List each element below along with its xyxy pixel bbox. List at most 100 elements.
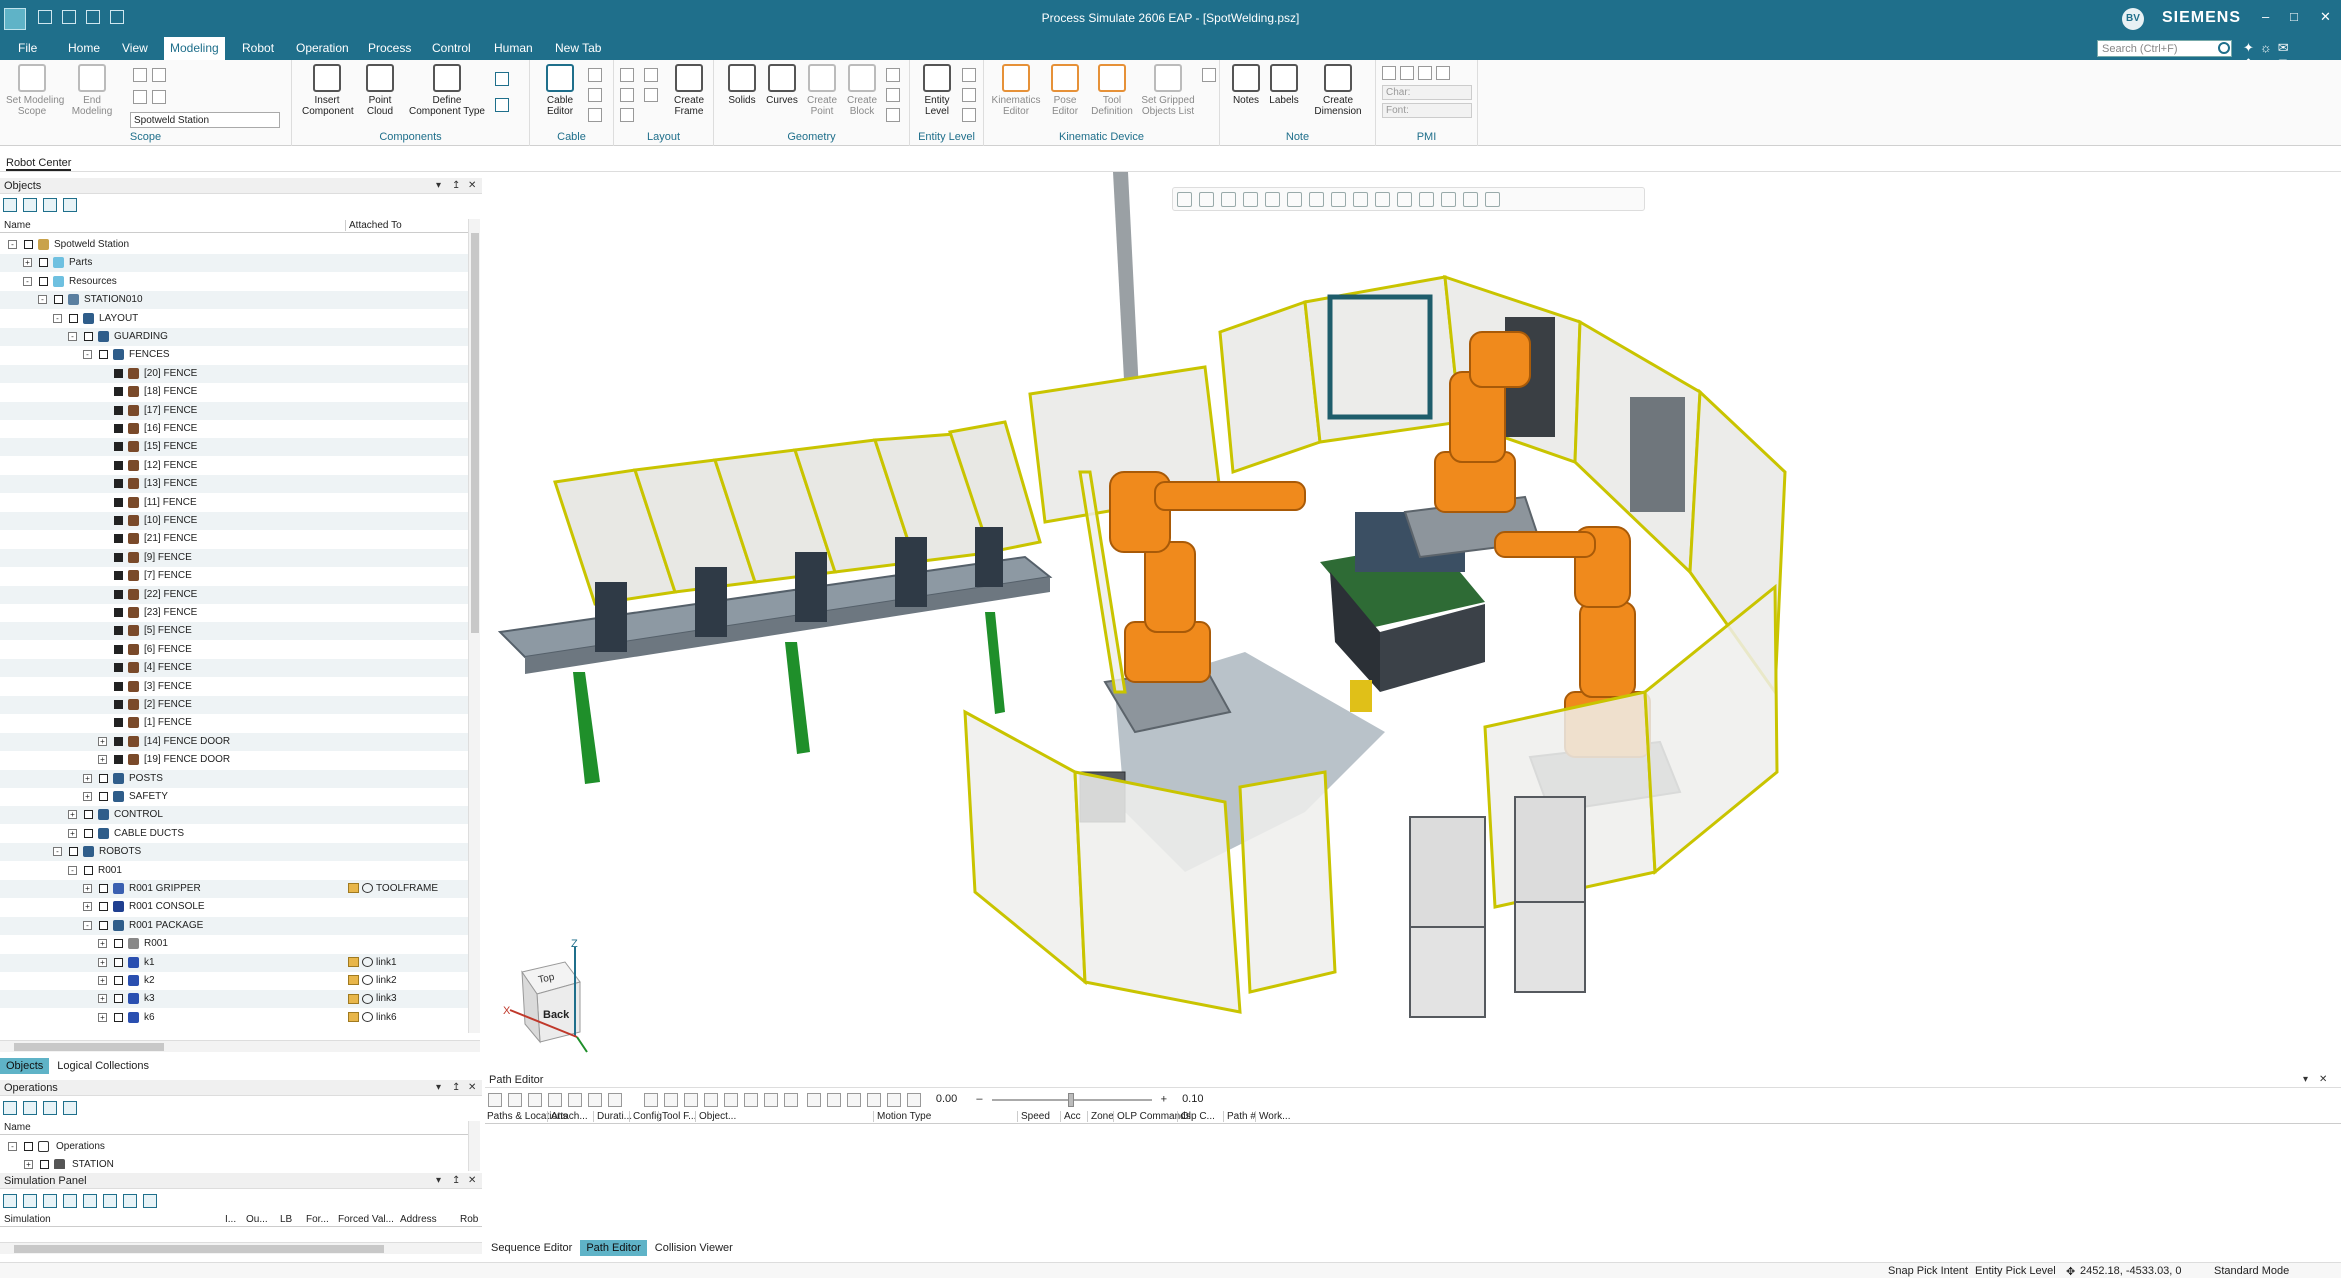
tree-row[interactable]: - R001	[0, 862, 468, 880]
tree-row[interactable]: [9] FENCE	[0, 548, 468, 567]
tree-structure-icon[interactable]	[43, 198, 57, 212]
column-lb[interactable]: LB	[280, 1214, 292, 1225]
sim-tool-icon[interactable]	[43, 1194, 57, 1208]
tree-row[interactable]: + [14] FENCE DOOR	[0, 732, 468, 751]
pmi-tool-icon[interactable]	[1400, 66, 1414, 80]
visibility-checkbox[interactable]	[114, 700, 123, 709]
standard-mode[interactable]: Standard Mode	[2214, 1265, 2289, 1277]
expand-icon[interactable]: +	[98, 755, 107, 765]
visibility-checkbox[interactable]	[84, 828, 93, 838]
tree-expand-icon[interactable]	[23, 198, 37, 212]
panel-dropdown-icon[interactable]: ▾	[436, 1082, 441, 1093]
visibility-checkbox[interactable]	[114, 405, 123, 415]
record-icon[interactable]	[887, 1093, 902, 1107]
tree-row[interactable]: [17] FENCE	[0, 401, 468, 420]
jump-start-icon[interactable]	[644, 1093, 659, 1107]
expand-icon[interactable]: +	[68, 828, 77, 838]
visibility-checkbox[interactable]	[114, 1012, 123, 1022]
expand-icon[interactable]: +	[98, 939, 107, 949]
tree-row[interactable]: [18] FENCE	[0, 383, 468, 401]
cable-tool-icon[interactable]	[588, 88, 602, 102]
tree-row[interactable]: [16] FENCE	[0, 420, 468, 438]
entity-level-button[interactable]: Entity Level	[916, 64, 958, 117]
menu-tab-process[interactable]: Process	[368, 41, 411, 55]
expand-icon[interactable]: +	[23, 258, 32, 268]
labels-button[interactable]: Labels	[1266, 64, 1302, 106]
column-name[interactable]: Name	[4, 220, 31, 231]
operations-vertical-scrollbar[interactable]	[468, 1121, 480, 1171]
expand-icon[interactable]: +	[83, 773, 92, 783]
entity-tool-icon[interactable]	[962, 88, 976, 102]
insert-component-button[interactable]: Insert Component	[302, 64, 354, 117]
visibility-checkbox[interactable]	[114, 957, 123, 967]
path-editor-column[interactable]: Motion Type	[873, 1111, 931, 1122]
pmi-char-field[interactable]: Char:	[1382, 85, 1472, 100]
tree-row[interactable]: + CONTROL	[0, 806, 468, 825]
kinematic-tool-icon[interactable]	[1202, 68, 1216, 82]
tree-row[interactable]: [11] FENCE	[0, 494, 468, 512]
expand-icon[interactable]: +	[98, 976, 107, 985]
tree-row[interactable]: + R001	[0, 935, 468, 953]
pmi-font-field[interactable]: Font:	[1382, 103, 1472, 118]
user-avatar[interactable]: BV	[2122, 8, 2144, 30]
tree-row[interactable]: - GUARDING	[0, 328, 468, 346]
point-cloud-button[interactable]: Point Cloud	[356, 64, 404, 117]
tree-row[interactable]: [10] FENCE	[0, 512, 468, 530]
collapse-icon[interactable]: -	[53, 847, 62, 857]
visibility-checkbox[interactable]	[99, 350, 108, 360]
layout-tool-icon[interactable]	[620, 68, 634, 82]
tree-row[interactable]: [21] FENCE	[0, 530, 468, 548]
cable-editor-button[interactable]: Cable Editor	[538, 64, 582, 117]
tree-row[interactable]: + k6 link6	[0, 1009, 468, 1027]
visibility-checkbox[interactable]	[114, 718, 123, 728]
tree-row[interactable]: + k3 link3	[0, 990, 468, 1009]
expand-icon[interactable]: +	[83, 902, 92, 912]
column-attached-to[interactable]: Attached To	[345, 220, 402, 231]
collapse-icon[interactable]: -	[8, 240, 17, 249]
path-editor-column[interactable]: Config	[629, 1111, 662, 1122]
visibility-checkbox[interactable]	[114, 497, 123, 507]
tree-row[interactable]: [22] FENCE	[0, 585, 468, 604]
visibility-checkbox[interactable]	[114, 479, 123, 489]
tree-options-icon[interactable]	[63, 198, 77, 212]
define-component-type-button[interactable]: Define Component Type	[409, 64, 485, 117]
visibility-checkbox[interactable]	[54, 295, 63, 305]
tree-row[interactable]: - FENCES	[0, 346, 468, 364]
collapse-icon[interactable]: -	[83, 350, 92, 360]
location-icon[interactable]	[847, 1093, 862, 1107]
scope-tool-icon[interactable]	[133, 90, 147, 104]
path-editor-column[interactable]: Object...	[695, 1111, 736, 1122]
objects-horizontal-scrollbar[interactable]	[0, 1040, 480, 1052]
tree-row[interactable]: + R001 GRIPPER TOOLFRAME	[0, 880, 468, 898]
remove-icon[interactable]	[528, 1093, 542, 1107]
entity-pick-level[interactable]: Entity Pick Level	[1975, 1265, 2056, 1277]
jump-end-icon[interactable]	[784, 1093, 799, 1107]
pmi-tool-icon[interactable]	[1382, 66, 1396, 80]
component-tool-icon[interactable]	[495, 98, 509, 112]
tree-row[interactable]: + CABLE DUCTS	[0, 825, 468, 843]
robot-center-tab[interactable]: Robot Center	[0, 148, 2341, 172]
sim-tool-icon[interactable]	[3, 1194, 17, 1208]
column-address[interactable]: Address	[400, 1214, 437, 1225]
visibility-checkbox[interactable]	[114, 663, 123, 673]
tool-definition-button[interactable]: Tool Definition	[1088, 64, 1136, 117]
panel-dropdown-icon[interactable]: ▾	[436, 180, 441, 191]
column-forced-val[interactable]: Forced Val...	[338, 1214, 394, 1225]
add-path-icon[interactable]	[508, 1093, 522, 1107]
tree-filter-icon[interactable]	[3, 1101, 17, 1115]
tree-row[interactable]: [5] FENCE	[0, 622, 468, 641]
visibility-checkbox[interactable]	[69, 847, 78, 857]
layout-tool-icon[interactable]	[620, 108, 634, 122]
entity-tool-icon[interactable]	[962, 108, 976, 122]
visibility-checkbox[interactable]	[39, 258, 48, 268]
step-back-icon[interactable]	[664, 1093, 679, 1107]
expand-icon[interactable]: +	[98, 1012, 107, 1022]
visibility-checkbox[interactable]	[114, 644, 123, 654]
tree-row[interactable]: [2] FENCE	[0, 696, 468, 714]
loop-icon[interactable]	[807, 1093, 822, 1107]
geometry-tool-icon[interactable]	[886, 88, 900, 102]
set-modeling-scope-button[interactable]: Set Modeling Scope	[6, 64, 64, 117]
column-i[interactable]: I...	[225, 1214, 236, 1225]
expand-icon[interactable]: +	[68, 810, 77, 820]
time-interval-value[interactable]: 0.10	[1182, 1093, 1203, 1105]
